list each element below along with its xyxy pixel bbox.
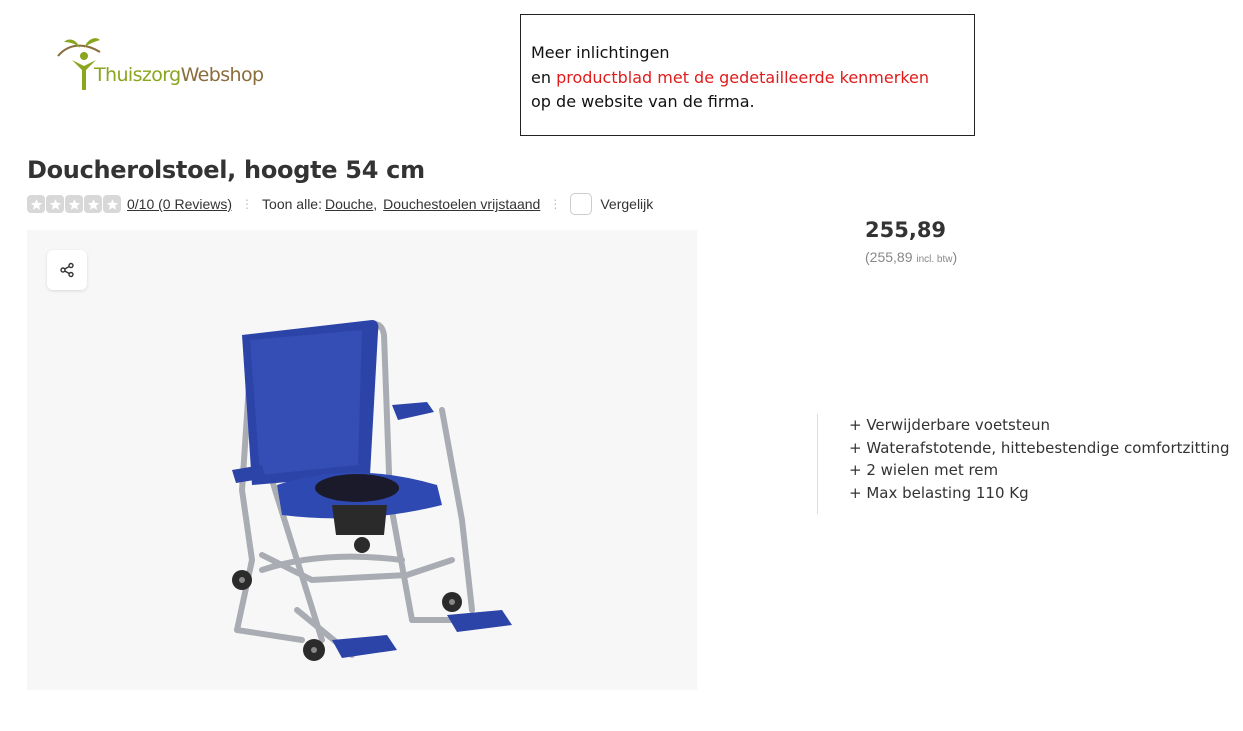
incl-btw-label: incl. btw bbox=[916, 254, 953, 265]
site-logo[interactable]: ThuiszorgWebshop bbox=[54, 34, 284, 98]
show-all-label: Toon alle: bbox=[262, 196, 322, 212]
product-features-list: + Verwijderbare voetsteun + Waterafstote… bbox=[817, 414, 1230, 514]
share-button[interactable] bbox=[47, 250, 87, 290]
reviews-link[interactable]: 0/10 (0 Reviews) bbox=[127, 196, 232, 212]
star-icon bbox=[46, 195, 64, 213]
info-line-1: Meer inlichtingen bbox=[531, 43, 670, 62]
product-meta-row: 0/10 (0 Reviews) ⋮ Toon alle: Douche, Do… bbox=[27, 192, 653, 216]
category-link-douchestoelen[interactable]: Douchestoelen vrijstaand bbox=[383, 196, 540, 212]
compare-label[interactable]: Vergelijk bbox=[600, 196, 653, 212]
product-title: Doucherolstoel, hoogte 54 cm bbox=[27, 156, 425, 184]
info-line-2: en productblad met de gedetailleerde ken… bbox=[531, 67, 929, 87]
separator-dots: ⋮ bbox=[241, 197, 254, 211]
info-highlight: productblad met de gedetailleerde kenmer… bbox=[556, 67, 929, 87]
separator-dots: ⋮ bbox=[549, 197, 562, 211]
product-image-panel[interactable] bbox=[27, 230, 697, 690]
star-icon bbox=[103, 195, 121, 213]
star-icon bbox=[84, 195, 102, 213]
shower-commode-chair-image bbox=[232, 320, 512, 661]
feature-item: + Max belasting 110 Kg bbox=[849, 483, 1029, 502]
rating-stars[interactable] bbox=[27, 195, 121, 213]
logo-text: ThuiszorgWebshop bbox=[94, 64, 264, 86]
feature-item: + 2 wielen met rem bbox=[849, 461, 999, 479]
feature-item: + Waterafstotende, hittebestendige comfo… bbox=[849, 438, 1230, 457]
star-icon bbox=[65, 195, 83, 213]
share-icon bbox=[60, 262, 74, 278]
compare-checkbox[interactable] bbox=[570, 193, 593, 215]
product-price: 255,89 bbox=[865, 218, 947, 242]
category-link-douche[interactable]: Douche bbox=[325, 196, 373, 212]
product-price-incl: (255,89 incl. btw) bbox=[865, 249, 958, 265]
star-icon bbox=[27, 195, 45, 213]
info-notice-box: Meer inlichtingen en productblad met de … bbox=[520, 14, 975, 136]
info-line-3: op de website van de firma. bbox=[531, 92, 755, 111]
feature-item: + Verwijderbare voetsteun bbox=[849, 416, 1050, 434]
